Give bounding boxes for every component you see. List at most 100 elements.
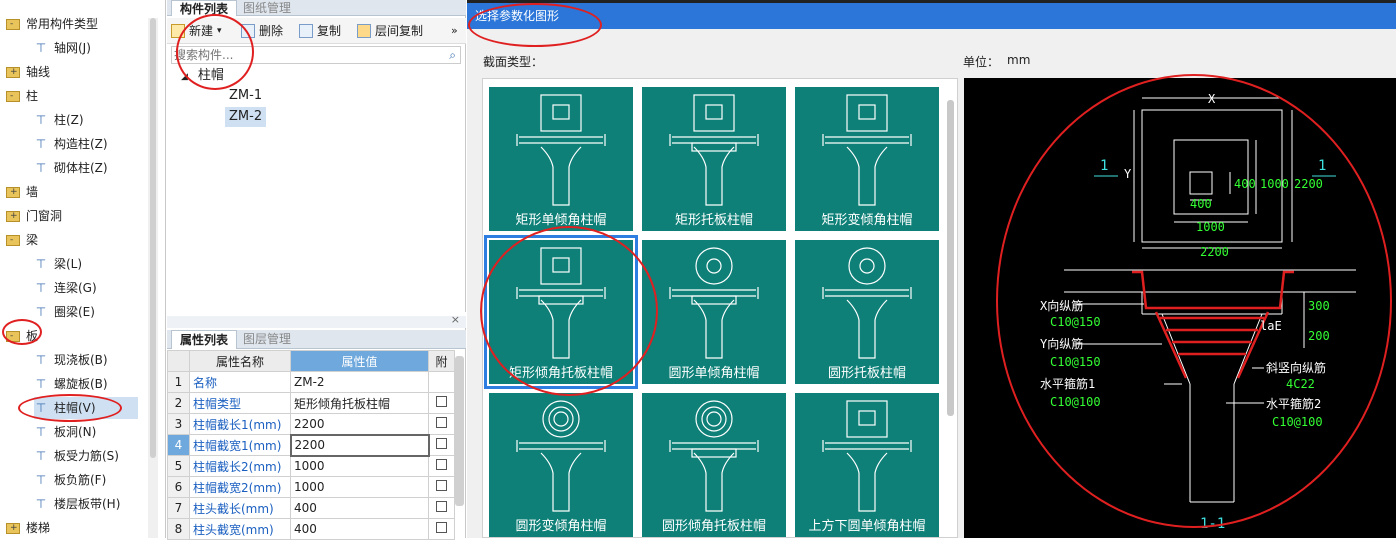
folder-icon[interactable]: -: [6, 90, 20, 102]
folder-icon[interactable]: -: [6, 234, 20, 246]
attach-cell: [428, 497, 455, 519]
tree-item[interactable]: ⊤ 轴网(J): [34, 37, 91, 59]
property-row[interactable]: 5 柱帽截长2(mm) 1000: [167, 455, 455, 477]
shape-option[interactable]: 圆形倾角托板柱帽: [642, 393, 786, 537]
folder-icon[interactable]: +: [6, 522, 20, 534]
component-type-tree: - 常用构件类型 ⊤ 轴网(J) + 轴线 - 柱 ⊤ 柱(Z) ⊤ 构造柱(Z) ⊤ 砌体柱(Z) + 墙 +…: [0, 0, 166, 538]
close-icon[interactable]: ×: [451, 313, 460, 326]
component-item[interactable]: ZM-1: [225, 86, 266, 106]
tab-property-list[interactable]: 属性列表: [171, 330, 238, 349]
tree-item[interactable]: ⊤ 柱(Z): [34, 109, 84, 131]
shape-option[interactable]: 圆形单倾角柱帽: [642, 240, 786, 384]
property-scrollbar[interactable]: [455, 356, 464, 506]
folder-icon[interactable]: +: [6, 186, 20, 198]
attach-checkbox[interactable]: [436, 480, 447, 491]
tree-item[interactable]: ⊤ 柱帽(V): [34, 397, 138, 419]
delete-button[interactable]: 删除: [241, 22, 283, 40]
tree-folder[interactable]: - 常用构件类型: [6, 13, 98, 35]
expand-toggle[interactable]: -: [10, 235, 13, 246]
tree-root-column-cap[interactable]: ◢ 柱帽: [177, 66, 228, 86]
property-value[interactable]: 1000: [290, 455, 429, 477]
tree-item[interactable]: ⊤ 板负筋(F): [34, 469, 107, 491]
shape-option[interactable]: 矩形托板柱帽: [642, 87, 786, 231]
tree-item[interactable]: ⊤ 构造柱(Z): [34, 133, 108, 155]
tree-scrollbar-thumb[interactable]: [150, 18, 156, 458]
folder-icon[interactable]: -: [6, 18, 20, 30]
expand-toggle[interactable]: -: [10, 91, 13, 102]
shape-option[interactable]: 矩形倾角托板柱帽: [484, 235, 638, 389]
property-row[interactable]: 8 柱头截宽(mm) 400: [167, 518, 455, 540]
property-name: 柱帽截宽1(mm): [189, 434, 291, 456]
attach-checkbox[interactable]: [436, 522, 447, 533]
tab-drawing-management[interactable]: 图纸管理: [235, 0, 299, 16]
search-input[interactable]: [172, 47, 432, 63]
floor-copy-button[interactable]: 层间复制: [357, 22, 423, 40]
property-row[interactable]: 3 柱帽截长1(mm) 2200: [167, 413, 455, 435]
tree-item[interactable]: ⊤ 连梁(G): [34, 277, 97, 299]
copy-button[interactable]: 复制: [299, 22, 341, 40]
component-item-selected[interactable]: ZM-2: [225, 107, 267, 127]
attach-cell: [428, 476, 455, 498]
shape-option[interactable]: 圆形托板柱帽: [795, 240, 939, 384]
expand-toggle[interactable]: +: [10, 211, 18, 222]
expand-toggle[interactable]: -: [10, 19, 13, 30]
attach-checkbox[interactable]: [436, 396, 447, 407]
property-value[interactable]: 2200: [290, 413, 429, 435]
tree-folder[interactable]: + 轴线: [6, 61, 50, 83]
folder-icon[interactable]: -: [6, 330, 20, 342]
property-value[interactable]: ZM-2: [290, 371, 429, 393]
property-value[interactable]: 2200: [289, 433, 430, 457]
expand-toggle[interactable]: -: [10, 331, 13, 342]
dropdown-arrow-icon[interactable]: ▾: [217, 22, 222, 40]
property-value[interactable]: 1000: [290, 476, 429, 498]
tree-scrollbar[interactable]: [148, 18, 158, 538]
tree-folder[interactable]: + 门窗洞: [6, 205, 62, 227]
property-row[interactable]: 2 柱帽类型 矩形倾角托板柱帽: [167, 392, 455, 414]
attach-checkbox[interactable]: [436, 501, 447, 512]
search-icon[interactable]: ⌕: [449, 48, 456, 63]
attach-checkbox[interactable]: [436, 438, 448, 449]
property-value[interactable]: 400: [290, 497, 429, 519]
tree-item-label: 砌体柱(Z): [54, 161, 108, 175]
tab-layer-management[interactable]: 图层管理: [235, 330, 299, 349]
property-value[interactable]: 400: [290, 518, 429, 540]
tree-item[interactable]: ⊤ 现浇板(B): [34, 349, 108, 371]
tree-folder[interactable]: + 楼梯: [6, 517, 50, 539]
shape-grid-scrollbar[interactable]: [947, 100, 954, 416]
tree-item[interactable]: ⊤ 螺旋板(B): [34, 373, 108, 395]
tree-folder[interactable]: -柱: [6, 85, 38, 107]
folder-icon[interactable]: +: [6, 66, 20, 78]
tab-component-list[interactable]: 构件列表: [171, 0, 238, 16]
tree-item[interactable]: ⊤ 梁(L): [34, 253, 82, 275]
new-button[interactable]: 新建 ▾: [171, 22, 222, 40]
property-splitter[interactable]: ×: [167, 313, 466, 328]
property-row[interactable]: 7 柱头截长(mm) 400: [167, 497, 455, 519]
property-row[interactable]: 6 柱帽截宽2(mm) 1000: [167, 476, 455, 498]
toolbar-more-button[interactable]: »: [451, 22, 458, 40]
tree-folder[interactable]: + 墙: [6, 181, 38, 203]
expand-toggle[interactable]: +: [10, 67, 18, 78]
tree-folder[interactable]: -梁: [6, 229, 38, 251]
tree-folder[interactable]: -板: [6, 325, 38, 347]
collapse-triangle-icon[interactable]: ◢: [181, 72, 188, 82]
attach-checkbox[interactable]: [436, 459, 447, 470]
expand-toggle[interactable]: +: [10, 523, 18, 534]
coupling-beam-icon: ⊤: [35, 281, 47, 295]
tree-item[interactable]: ⊤ 板洞(N): [34, 421, 97, 443]
tree-item[interactable]: ⊤ 圈梁(E): [34, 301, 95, 323]
property-row[interactable]: 1 名称 ZM-2: [167, 371, 455, 393]
shape-option[interactable]: 上方下圆单倾角柱帽: [795, 393, 939, 537]
expand-toggle[interactable]: +: [10, 187, 18, 198]
tree-item[interactable]: ⊤ 楼层板带(H): [34, 493, 121, 515]
folder-icon[interactable]: +: [6, 210, 20, 222]
parametric-shape-dialog: 选择参数化图形 截面类型： 单位： mm 矩形单倾角柱帽 矩形托板柱帽 矩形变倾角柱…: [467, 0, 1396, 538]
shape-option[interactable]: 矩形单倾角柱帽: [489, 87, 633, 231]
property-row[interactable]: 4 柱帽截宽1(mm) 2200: [167, 433, 455, 457]
shape-option-label: 矩形托板柱帽: [674, 213, 753, 228]
shape-option[interactable]: 矩形变倾角柱帽: [795, 87, 939, 231]
tree-item[interactable]: ⊤ 板受力筋(S): [34, 445, 119, 467]
tree-item[interactable]: ⊤ 砌体柱(Z): [34, 157, 108, 179]
attach-checkbox[interactable]: [436, 417, 447, 428]
shape-option[interactable]: 圆形变倾角柱帽: [489, 393, 633, 537]
property-value[interactable]: 矩形倾角托板柱帽: [290, 392, 429, 414]
